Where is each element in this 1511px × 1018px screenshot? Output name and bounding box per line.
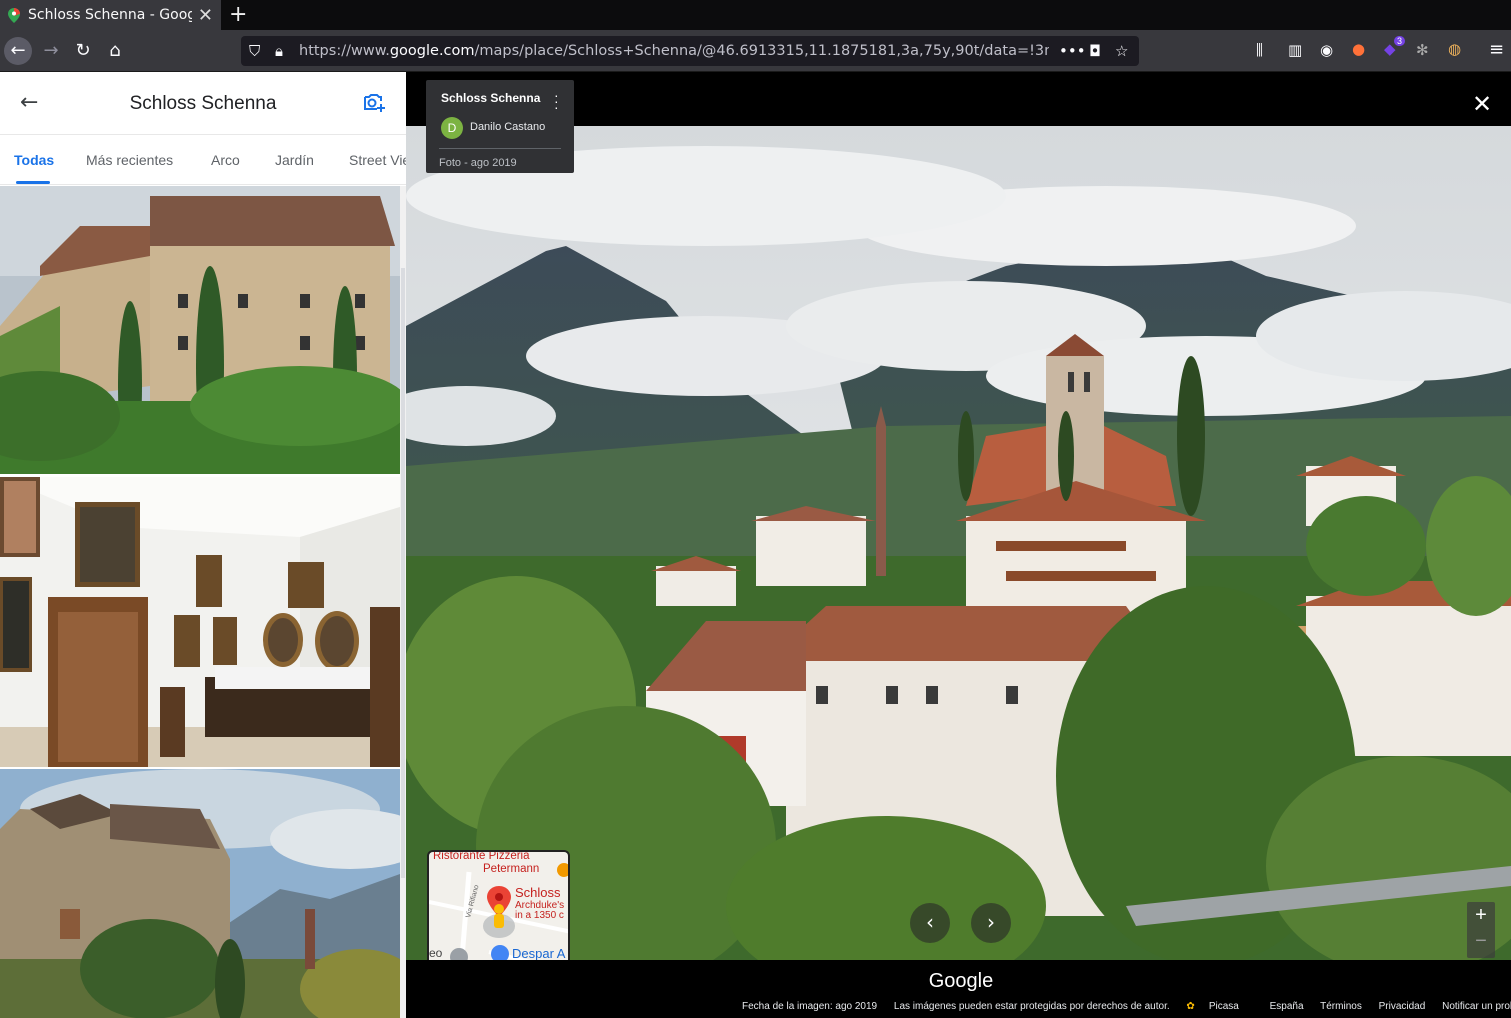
- country-link[interactable]: España: [1270, 1001, 1304, 1012]
- puzzle-icon[interactable]: ✻: [1416, 41, 1429, 59]
- google-logo: Google: [928, 970, 994, 992]
- place-name[interactable]: Schloss Schenna: [441, 91, 540, 105]
- panel-header: ← Schloss Schenna: [0, 72, 406, 135]
- address-bar[interactable]: ⛉ 🔒︎ https://www.google.com/maps/place/S…: [241, 36, 1139, 66]
- new-tab-icon[interactable]: +: [229, 2, 247, 27]
- forward-arrow-icon[interactable]: →: [37, 37, 65, 65]
- tab-street-view[interactable]: Street View: [349, 152, 406, 168]
- navigation-toolbar: ← → ↻ ⌂ ⛉ 🔒︎ https://www.google.com/maps…: [0, 30, 1511, 72]
- divider: [439, 148, 561, 149]
- sidebar-icon[interactable]: ▥: [1288, 41, 1302, 59]
- zoom-out-icon[interactable]: −: [1467, 928, 1495, 954]
- author-name[interactable]: Danilo Castano: [470, 121, 545, 133]
- close-viewer-icon[interactable]: ✕: [1472, 90, 1492, 118]
- firefox-extension-icon[interactable]: ●: [1352, 40, 1365, 58]
- maps-favicon-icon: [8, 7, 20, 23]
- main-photo[interactable]: [406, 126, 1511, 996]
- image-date: Fecha de la imagen: ago 2019: [742, 1001, 878, 1012]
- page-actions-icon[interactable]: •••: [1059, 36, 1086, 66]
- zoom-control: + −: [1467, 902, 1495, 958]
- footer-links: Fecha de la imagen: ago 2019 Las imágene…: [742, 1001, 1511, 1012]
- tab-arco[interactable]: Arco: [211, 152, 240, 168]
- map-label-date: in a 1350 c: [515, 910, 564, 921]
- map-label-restaurant-2: Petermann: [483, 863, 540, 875]
- map-label-schloss: Schloss: [515, 885, 561, 900]
- photo-thumbnail-interior[interactable]: [0, 477, 400, 767]
- url-text[interactable]: https://www.google.com/maps/place/Schlos…: [299, 36, 1049, 66]
- map-label-other: eo: [429, 946, 443, 960]
- reload-icon[interactable]: ↻: [69, 37, 97, 65]
- photo-thumbnail-tower[interactable]: [0, 769, 400, 1018]
- picasa-link[interactable]: ✿ Picasa: [1186, 1001, 1252, 1012]
- photo-viewer: Schloss Schenna · · · D Danilo Castano Fot…: [406, 72, 1511, 1018]
- viewer-footer: Google Fecha de la imagen: ago 2019 Las …: [406, 960, 1511, 1018]
- home-icon[interactable]: ⌂: [101, 37, 129, 65]
- photo-panel: ← Schloss Schenna Todas Más recientes Ar…: [0, 72, 406, 1018]
- photo-date: Foto - ago 2019: [439, 157, 517, 169]
- active-tab-indicator: [16, 181, 50, 184]
- panel-title: Schloss Schenna: [129, 93, 277, 114]
- privacy-link[interactable]: Privacidad: [1379, 1001, 1426, 1012]
- menu-icon[interactable]: ≡: [1489, 39, 1504, 60]
- tab-mas-recientes[interactable]: Más recientes: [86, 152, 173, 168]
- copyright-notice: Las imágenes pueden estar protegidas por…: [893, 1001, 1170, 1012]
- terms-link[interactable]: Términos: [1320, 1001, 1362, 1012]
- author-avatar[interactable]: D: [441, 117, 463, 139]
- photo-thumbnail-castle[interactable]: [0, 186, 400, 474]
- account-icon[interactable]: ◉: [1320, 41, 1333, 59]
- pocket-icon[interactable]: ◘: [1089, 36, 1101, 66]
- more-options-icon[interactable]: · · ·: [554, 88, 559, 114]
- extension-badge: 3: [1394, 36, 1406, 46]
- library-icon[interactable]: ⫼: [1256, 41, 1263, 59]
- photo-info-card: Schloss Schenna · · · D Danilo Castano Fot…: [426, 80, 574, 173]
- back-arrow-icon[interactable]: ←: [4, 37, 32, 65]
- picasa-icon: ✿: [1186, 1001, 1195, 1012]
- next-photo-button[interactable]: ›: [971, 903, 1011, 943]
- tab-jardin[interactable]: Jardín: [275, 152, 314, 168]
- tab-strip: Schloss Schenna - Google Maps ✕ +: [0, 0, 1511, 30]
- browser-tab[interactable]: Schloss Schenna - Google Maps ✕: [0, 0, 221, 30]
- photo-category-tabs: Todas Más recientes Arco Jardín Street V…: [0, 135, 406, 185]
- zoom-in-icon[interactable]: +: [1467, 902, 1495, 928]
- lock-icon: 🔒︎: [275, 42, 283, 60]
- map-label-store: Despar A: [512, 946, 566, 961]
- report-problem-link[interactable]: Notificar un problema: [1442, 1001, 1511, 1012]
- container-icon[interactable]: ◍: [1448, 40, 1461, 58]
- add-photo-camera-icon[interactable]: [362, 90, 386, 114]
- bookmark-star-icon[interactable]: ☆: [1115, 36, 1128, 66]
- tab-todas[interactable]: Todas: [14, 152, 54, 168]
- tab-title: Schloss Schenna - Google Maps: [28, 7, 192, 23]
- shield-icon[interactable]: ⛉: [249, 36, 260, 66]
- tab-close-icon[interactable]: ✕: [198, 5, 213, 26]
- map-label-restaurant: Ristorante Pizzeria: [433, 850, 530, 862]
- previous-photo-button[interactable]: ‹: [910, 903, 950, 943]
